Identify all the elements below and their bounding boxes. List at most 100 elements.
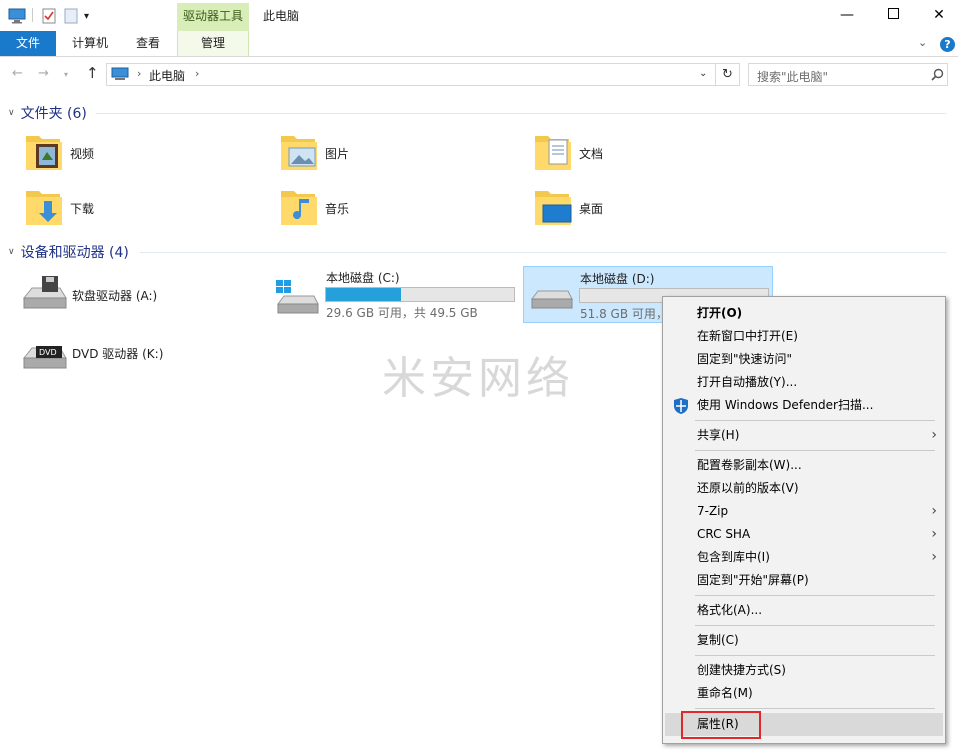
menu-item-open-new-window[interactable]: 在新窗口中打开(E) <box>665 325 943 348</box>
menu-item-include-library[interactable]: 包含到库中(I) › <box>665 546 943 569</box>
search-placeholder: 搜索"此电脑" <box>757 70 829 84</box>
group-divider <box>96 113 946 114</box>
svg-text:DVD: DVD <box>39 348 57 357</box>
folders-group-title: 文件夹 (6) <box>20 106 87 122</box>
maximize-icon <box>887 7 899 23</box>
submenu-arrow-icon: › <box>931 526 937 542</box>
folder-item-music[interactable]: 音乐 <box>279 184 349 232</box>
computer-icon <box>111 67 129 85</box>
submenu-arrow-icon: › <box>931 427 937 443</box>
computer-icon[interactable] <box>8 6 26 26</box>
folder-item-pictures[interactable]: 图片 <box>279 129 349 177</box>
drive-usage-fill <box>326 288 402 301</box>
properties-icon[interactable] <box>42 6 56 26</box>
breadcrumb-this-pc[interactable]: 此电脑 <box>149 67 185 84</box>
toolbar-divider <box>32 8 33 22</box>
folders-group-header[interactable]: ∨ 文件夹 (6) <box>8 103 87 123</box>
drive-name: DVD 驱动器 (K:) <box>72 347 164 361</box>
address-bar[interactable]: › 此电脑 › ⌄ <box>106 63 716 86</box>
music-folder-icon <box>279 185 319 232</box>
desktop-folder-icon <box>533 185 573 232</box>
close-button[interactable]: ✕ <box>916 0 958 30</box>
drive-usage-bar <box>325 287 515 302</box>
drive-item-floppy[interactable]: 软盘驱动器 (A:) <box>20 272 250 318</box>
breadcrumb-chevron-icon[interactable]: › <box>195 67 199 80</box>
drive-name: 软盘驱动器 (A:) <box>72 289 158 303</box>
menu-item-7zip[interactable]: 7-Zip › <box>665 500 943 523</box>
menu-item-label: 使用 Windows Defender扫描... <box>697 398 874 412</box>
minimize-button[interactable]: — <box>824 0 870 30</box>
menu-item-label: CRC SHA <box>697 527 751 541</box>
pictures-folder-icon <box>279 130 319 177</box>
folder-label: 下载 <box>70 201 95 216</box>
folder-label: 文档 <box>579 146 604 161</box>
menu-item-crc-sha[interactable]: CRC SHA › <box>665 523 943 546</box>
minimize-icon: — <box>840 7 854 23</box>
menu-item-autoplay[interactable]: 打开自动播放(Y)... <box>665 371 943 394</box>
downloads-folder-icon <box>24 185 64 232</box>
back-arrow-icon[interactable]: ← <box>12 66 23 81</box>
refresh-button[interactable]: ↻ <box>716 63 740 86</box>
menu-item-create-shortcut[interactable]: 创建快捷方式(S) <box>665 659 943 682</box>
menu-item-format[interactable]: 格式化(A)... <box>665 599 943 622</box>
expand-ribbon-icon[interactable]: ⌄ <box>918 36 927 49</box>
ribbon-tab-row: 文件 计算机 查看 管理 ⌄ ? <box>0 31 958 57</box>
drive-item-dvd[interactable]: DVD DVD 驱动器 (K:) <box>20 332 250 378</box>
submenu-arrow-icon: › <box>931 503 937 519</box>
menu-item-restore-versions[interactable]: 还原以前的版本(V) <box>665 477 943 500</box>
address-dropdown-icon[interactable]: ⌄ <box>699 68 707 79</box>
menu-separator <box>695 625 935 626</box>
menu-separator <box>695 450 935 451</box>
menu-item-label: 共享(H) <box>697 428 740 442</box>
tab-view[interactable]: 查看 <box>122 31 174 56</box>
menu-item-copy[interactable]: 复制(C) <box>665 629 943 652</box>
menu-item-label: 包含到库中(I) <box>697 550 770 564</box>
menu-item-pin-start[interactable]: 固定到"开始"屏幕(P) <box>665 569 943 592</box>
help-icon[interactable]: ? <box>940 37 955 52</box>
drive-item-c[interactable]: 本地磁盘 (C:) 29.6 GB 可用，共 49.5 GB <box>274 266 520 322</box>
menu-item-defender-scan[interactable]: 使用 Windows Defender扫描... <box>665 394 943 417</box>
search-icon <box>931 68 944 84</box>
address-row: ← → ▾ ↑ › 此电脑 › ⌄ ↻ 搜索"此电脑" <box>0 58 958 91</box>
collapse-caret-icon: ∨ <box>8 108 15 118</box>
tab-manage[interactable]: 管理 <box>177 31 249 56</box>
up-arrow-icon[interactable]: ↑ <box>86 64 99 82</box>
menu-item-shadow-copies[interactable]: 配置卷影副本(W)... <box>665 454 943 477</box>
menu-item-pin-quick-access[interactable]: 固定到"快速访问" <box>665 348 943 371</box>
menu-separator <box>695 655 935 656</box>
customize-toolbar-icon[interactable]: ▾ <box>84 6 89 26</box>
menu-item-open[interactable]: 打开(O) <box>665 302 943 325</box>
folder-label: 视频 <box>70 146 95 161</box>
new-folder-icon[interactable] <box>64 6 78 26</box>
drives-group-header[interactable]: ∨ 设备和驱动器 (4) <box>8 242 129 262</box>
group-divider <box>140 252 946 253</box>
recent-locations-icon[interactable]: ▾ <box>64 70 68 79</box>
documents-folder-icon <box>533 130 573 177</box>
drive-name: 本地磁盘 (C:) <box>326 271 400 285</box>
windows-defender-shield-icon <box>672 397 690 423</box>
breadcrumb-chevron-icon[interactable]: › <box>137 67 141 80</box>
watermark-text: 米安网络 <box>382 353 574 404</box>
tab-file[interactable]: 文件 <box>0 31 56 56</box>
dvd-drive-icon: DVD <box>20 334 68 377</box>
folder-item-documents[interactable]: 文档 <box>533 129 603 177</box>
forward-arrow-icon[interactable]: → <box>38 66 49 81</box>
menu-item-rename[interactable]: 重命名(M) <box>665 682 943 705</box>
menu-item-label: 7-Zip <box>697 504 729 518</box>
context-menu: 打开(O) 在新窗口中打开(E) 固定到"快速访问" 打开自动播放(Y)... … <box>662 296 946 744</box>
properties-highlight-box <box>681 711 761 739</box>
search-input[interactable]: 搜索"此电脑" <box>748 63 948 86</box>
tab-computer[interactable]: 计算机 <box>58 31 122 56</box>
menu-item-share[interactable]: 共享(H) › <box>665 424 943 447</box>
drive-free-space: 29.6 GB 可用，共 49.5 GB <box>326 306 478 320</box>
close-icon: ✕ <box>933 7 945 23</box>
folder-item-desktop[interactable]: 桌面 <box>533 184 603 232</box>
folder-label: 音乐 <box>325 201 350 216</box>
refresh-icon: ↻ <box>722 67 733 82</box>
window-title: 此电脑 <box>263 9 300 23</box>
maximize-button[interactable] <box>870 0 916 30</box>
folder-item-videos[interactable]: 视频 <box>24 129 94 177</box>
floppy-drive-icon <box>20 274 68 317</box>
drives-group-title: 设备和驱动器 (4) <box>20 245 129 261</box>
folder-item-downloads[interactable]: 下载 <box>24 184 94 232</box>
